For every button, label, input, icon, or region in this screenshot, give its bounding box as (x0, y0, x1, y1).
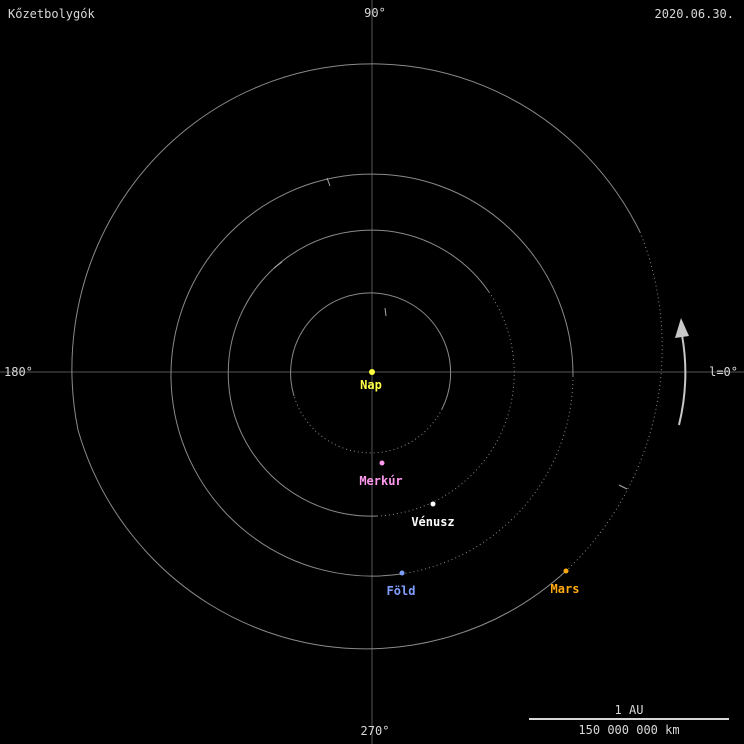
date-label: 2020.06.30. (655, 7, 734, 21)
mercury-label: Merkúr (359, 474, 402, 488)
earth: Föld (387, 570, 416, 598)
axis-label-0: l=0° (709, 365, 738, 379)
venus-label: Vénusz (411, 515, 454, 529)
axis-label-180: 180° (4, 365, 33, 379)
scale-label-km: 150 000 000 km (578, 723, 679, 737)
axis-label-270: 270° (361, 724, 390, 738)
mercury: Merkúr (359, 460, 403, 488)
mars: Mars (551, 568, 580, 596)
chart-title: Kőzetbolygók (8, 7, 95, 21)
mars-label: Mars (551, 582, 580, 596)
mercury-perihelion-tick (384, 307, 387, 317)
sun-label: Nap (360, 378, 382, 392)
scale-label-au: 1 AU (615, 703, 644, 717)
mars-orbit (71, 63, 663, 650)
earth-label: Föld (387, 584, 416, 598)
earth-tick-2 (273, 261, 283, 269)
axis-label-90: 90° (364, 6, 386, 20)
mars-tick (618, 484, 628, 490)
orbit-diagram: Nap Merkúr Vénusz Föld Mars Kőzetbolygók… (0, 0, 744, 744)
scale-bar: 1 AU 150 000 000 km (529, 703, 729, 737)
venus: Vénusz (411, 501, 455, 529)
